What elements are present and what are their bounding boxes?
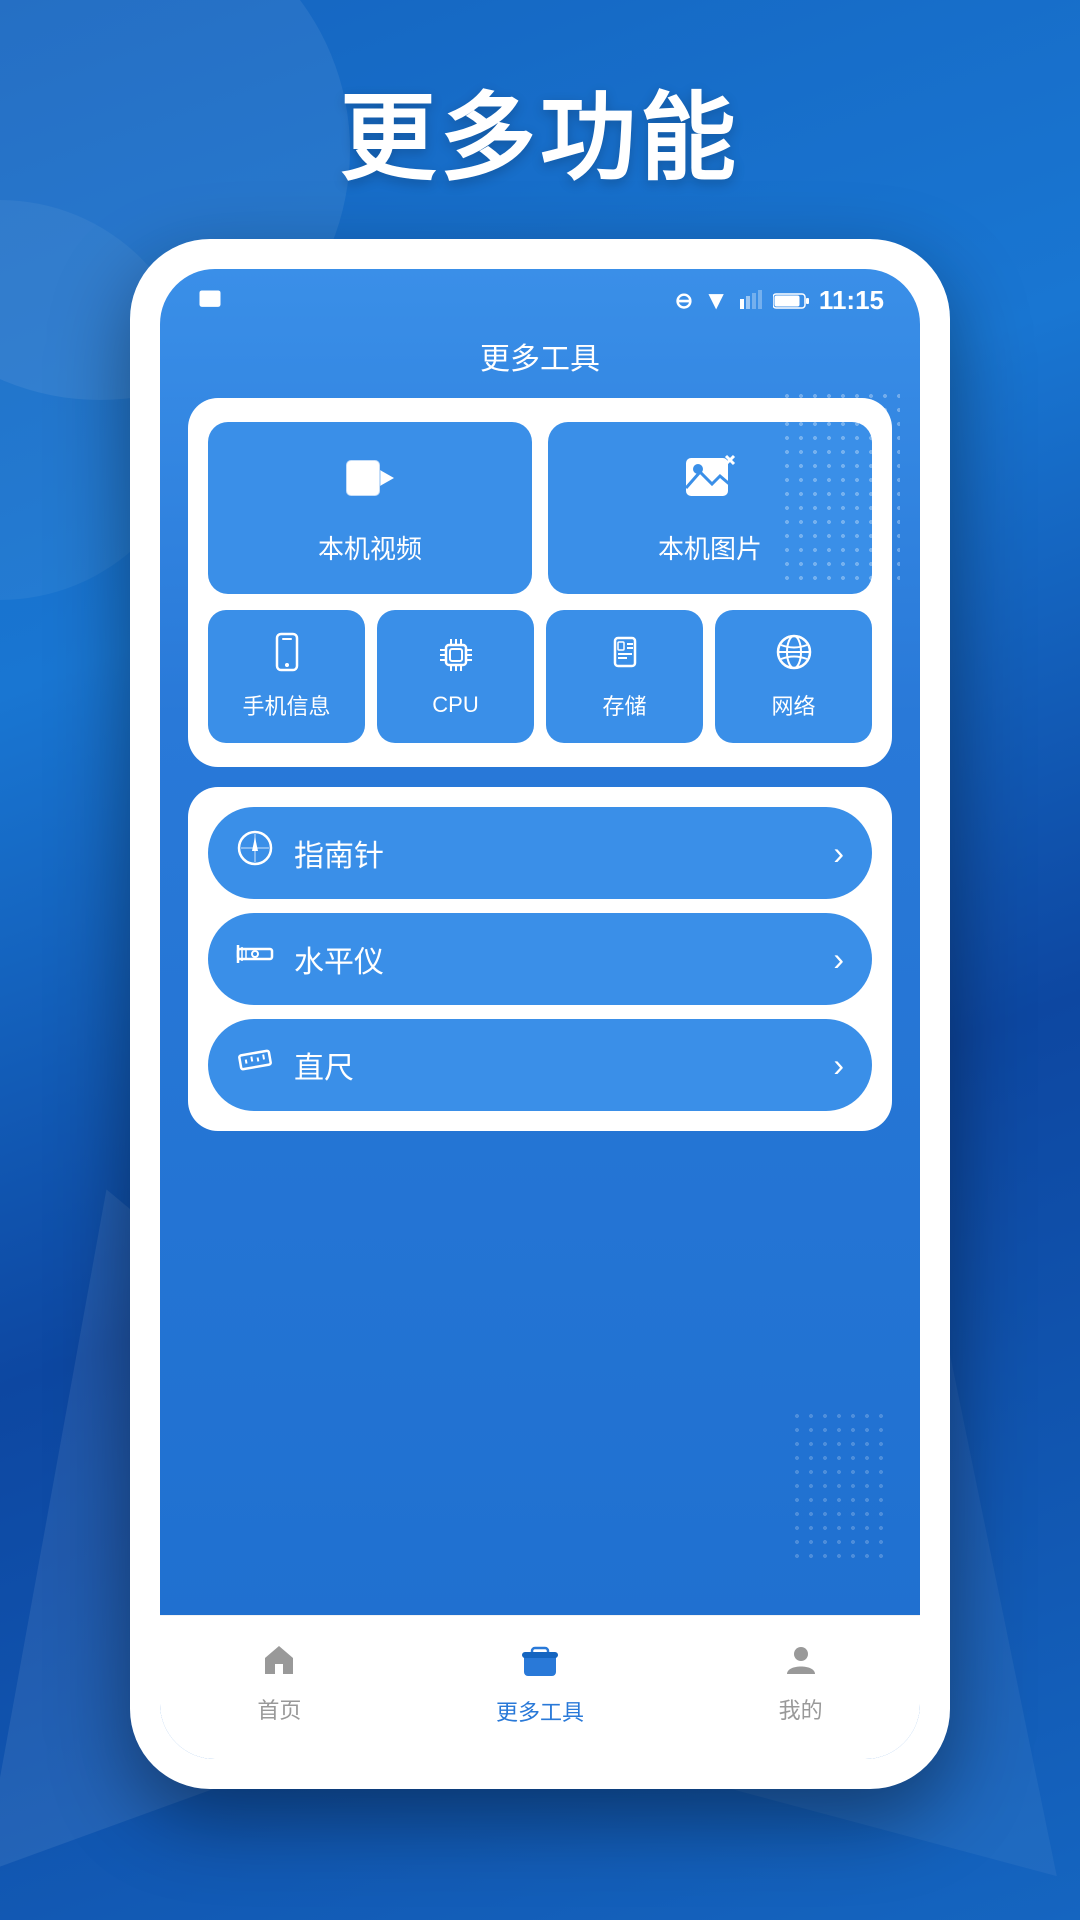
compass-icon [236, 829, 274, 877]
phone-frame: ⊖ ▼ 11:15 更多工具 [130, 239, 950, 1789]
local-video-label: 本机视频 [318, 529, 422, 566]
cpu-icon [436, 635, 476, 682]
ruler-left: 直尺 [236, 1041, 354, 1089]
page-title: 更多功能 [340, 60, 740, 199]
screen-content: 本机视频 本机图片 [160, 398, 920, 1615]
person-icon [783, 1642, 819, 1687]
tab-bar: 首页 更多工具 我 [160, 1615, 920, 1759]
home-icon [261, 1642, 297, 1687]
compass-label: 指南针 [294, 831, 384, 875]
cpu-label: CPU [432, 692, 478, 718]
briefcase-icon [520, 1640, 560, 1689]
level-chevron: › [833, 941, 844, 978]
image-icon [682, 450, 738, 515]
ruler-icon [236, 1041, 274, 1089]
tool-cpu[interactable]: CPU [377, 610, 534, 743]
tools-top-row: 本机视频 本机图片 [208, 422, 872, 594]
tool-local-video[interactable]: 本机视频 [208, 422, 532, 594]
tool-phone-info[interactable]: 手机信息 [208, 610, 365, 743]
storage-icon [605, 632, 645, 679]
phone-icon [267, 632, 307, 679]
level-label: 水平仪 [294, 937, 384, 981]
tools-card: 本机视频 本机图片 [188, 398, 892, 767]
ruler-chevron: › [833, 1047, 844, 1084]
status-bar: ⊖ ▼ 11:15 [160, 269, 920, 324]
status-right: ⊖ ▼ 11:15 [675, 285, 884, 316]
video-icon [342, 450, 398, 515]
compass-chevron: › [833, 835, 844, 872]
level-left: 水平仪 [236, 935, 384, 983]
storage-label: 存储 [602, 689, 646, 721]
network-icon [774, 632, 814, 679]
tool-local-image[interactable]: 本机图片 [548, 422, 872, 594]
list-item-level[interactable]: 水平仪 › [208, 913, 872, 1005]
tool-network[interactable]: 网络 [715, 610, 872, 743]
tab-home[interactable]: 首页 [227, 1634, 331, 1733]
status-left [196, 287, 224, 315]
tab-mine[interactable]: 我的 [749, 1634, 853, 1733]
list-card: 指南针 › [188, 787, 892, 1131]
tab-mine-label: 我的 [779, 1693, 823, 1725]
list-item-compass[interactable]: 指南针 › [208, 807, 872, 899]
wifi-icon: ▼ [703, 285, 729, 316]
notification-icon [196, 287, 224, 315]
local-image-label: 本机图片 [658, 529, 762, 566]
signal-icon [739, 289, 763, 313]
list-item-ruler[interactable]: 直尺 › [208, 1019, 872, 1111]
minus-icon: ⊖ [675, 288, 693, 314]
tab-more-tools[interactable]: 更多工具 [466, 1632, 614, 1735]
network-label: 网络 [771, 689, 815, 721]
compass-left: 指南针 [236, 829, 384, 877]
ruler-label: 直尺 [294, 1043, 354, 1087]
phone-info-label: 手机信息 [242, 689, 330, 721]
tab-more-tools-label: 更多工具 [496, 1695, 584, 1727]
phone-screen: ⊖ ▼ 11:15 更多工具 [160, 269, 920, 1759]
level-icon [236, 935, 274, 983]
tools-bottom-row: 手机信息 [208, 610, 872, 743]
tool-storage[interactable]: 存储 [546, 610, 703, 743]
screen-title: 更多工具 [160, 324, 920, 398]
battery-icon [773, 291, 809, 311]
tab-home-label: 首页 [257, 1693, 301, 1725]
time-display: 11:15 [819, 285, 884, 316]
